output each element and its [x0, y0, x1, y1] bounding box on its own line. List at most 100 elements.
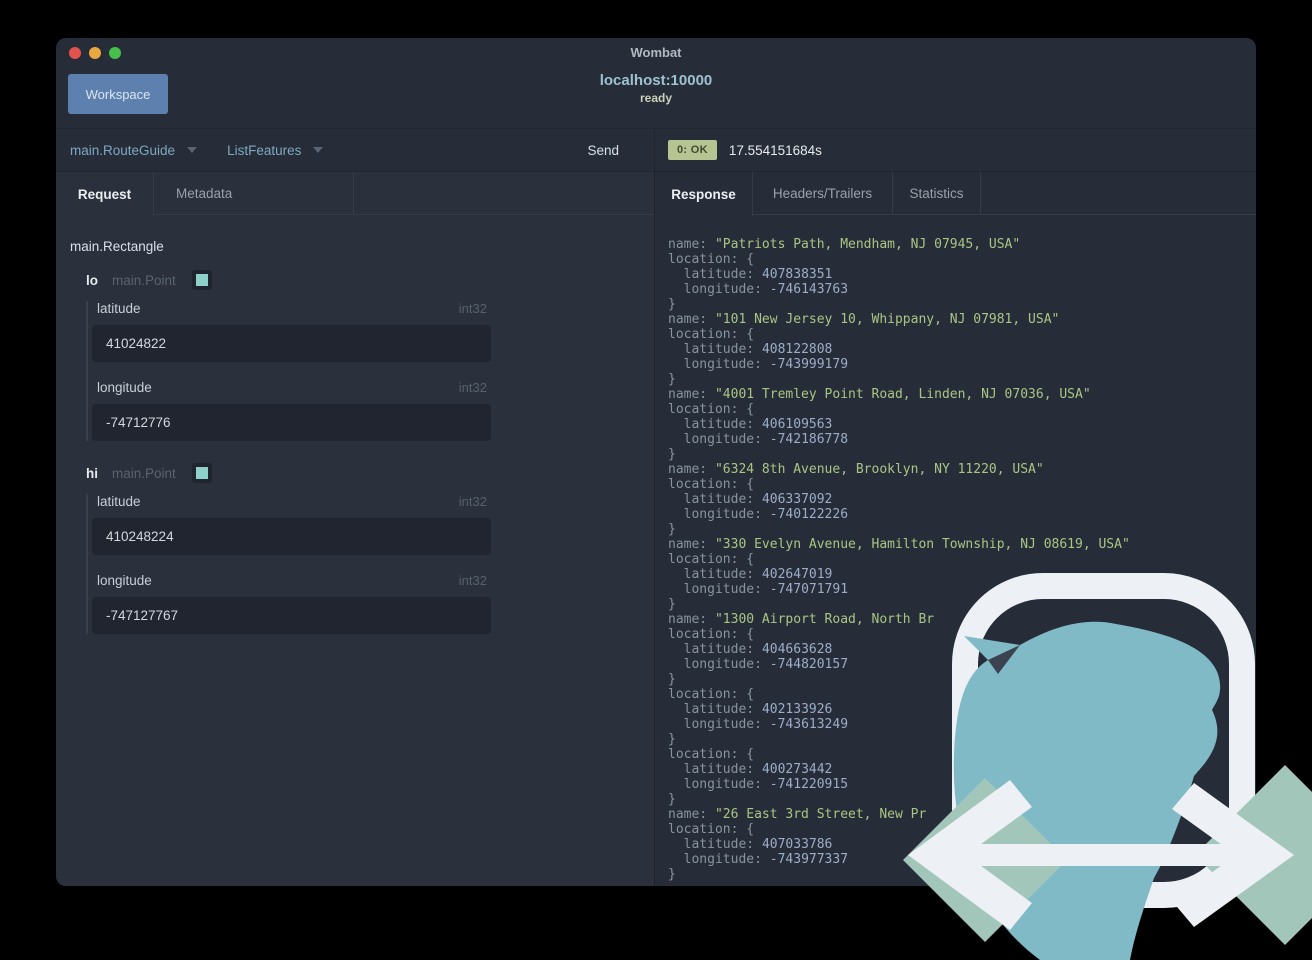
method-toolbar: main.RouteGuide ListFeatures Send 0: OK …: [56, 128, 1256, 172]
field-type: main.Point: [112, 272, 176, 288]
field-input[interactable]: -747127767: [92, 597, 491, 634]
json-key: name:: [668, 537, 708, 552]
field-enabled-checkbox[interactable]: [191, 270, 212, 290]
json-key: longitude:: [683, 717, 762, 732]
json-key: location:: [668, 552, 739, 567]
json-string: "330 Evelyn Avenue, Hamilton Township, N…: [714, 537, 1130, 552]
json-key: latitude:: [683, 492, 755, 507]
field-label: latitude: [97, 494, 141, 509]
json-number: -740122226: [769, 507, 849, 522]
json-number: -741220915: [769, 777, 849, 792]
json-key: location:: [668, 627, 739, 642]
json-key: longitude:: [683, 507, 762, 522]
field-group-header: lo main.Point: [70, 270, 640, 290]
field-type: main.Point: [112, 465, 176, 481]
tab-statistics[interactable]: Statistics: [893, 172, 981, 215]
field-input[interactable]: -74712776: [92, 404, 491, 441]
field-scalar-type: int32: [458, 301, 487, 316]
window-title: Wombat: [630, 45, 682, 60]
close-window-button[interactable]: [69, 47, 81, 59]
service-chevron-down-icon[interactable]: [187, 147, 198, 153]
json-brace: {: [746, 252, 755, 267]
json-key: latitude:: [683, 702, 755, 717]
minimize-window-button[interactable]: [89, 47, 101, 59]
json-brace: {: [746, 552, 755, 567]
app-header: Workspace localhost:10000 ready: [56, 66, 1256, 128]
field-input[interactable]: 41024822: [92, 325, 491, 362]
json-brace: }: [668, 867, 676, 882]
tab-request[interactable]: Request: [56, 172, 154, 216]
json-key: longitude:: [683, 852, 762, 867]
message-field-group: lo main.Point latitude int32 41024822 lo…: [70, 270, 640, 441]
field-scalar-type: int32: [458, 380, 487, 395]
connection-host: localhost:10000: [599, 72, 713, 89]
field-label-row: longitude int32: [97, 380, 487, 395]
message-field-groups: lo main.Point latitude int32 41024822 lo…: [70, 270, 640, 634]
json-number: 406109563: [761, 417, 833, 432]
json-brace: {: [746, 327, 755, 342]
json-key: location:: [668, 747, 739, 762]
json-number: -743977337: [769, 852, 849, 867]
json-number: -743999179: [769, 357, 849, 372]
tab-label: Statistics: [909, 186, 964, 201]
json-key: name:: [668, 387, 708, 402]
json-number: 407838351: [761, 267, 833, 282]
response-tabs: Response Headers/Trailers Statistics: [655, 172, 1256, 216]
json-key: longitude:: [683, 282, 762, 297]
service-select[interactable]: main.RouteGuide: [70, 143, 175, 158]
json-number: 408122808: [761, 342, 833, 357]
tab-response[interactable]: Response: [655, 172, 753, 216]
json-key: latitude:: [683, 642, 755, 657]
json-number: 402133926: [761, 702, 833, 717]
json-key: longitude:: [683, 777, 762, 792]
json-number: 404663628: [761, 642, 833, 657]
json-brace: }: [668, 597, 676, 612]
field-enabled-checkbox[interactable]: [191, 463, 212, 483]
json-number: 400273442: [761, 762, 833, 777]
json-string: "101 New Jersey 10, Whippany, NJ 07981, …: [714, 312, 1060, 327]
json-brace: {: [746, 747, 755, 762]
json-key: longitude:: [683, 432, 762, 447]
json-key: name:: [668, 612, 708, 627]
json-number: -747071791: [769, 582, 849, 597]
field-group-children: latitude int32 410248224 longitude int32…: [86, 494, 640, 634]
json-key: location:: [668, 687, 739, 702]
form-field: latitude int32 410248224: [92, 494, 640, 555]
wombat-logo: [903, 573, 1312, 960]
json-number: -746143763: [769, 282, 849, 297]
json-key: name:: [668, 462, 708, 477]
checkbox-check: [195, 274, 208, 286]
desktop-background: Wombat Workspace localhost:10000 ready m…: [0, 0, 1312, 960]
field-scalar-type: int32: [458, 573, 487, 588]
json-string: "4001 Tremley Point Road, Linden, NJ 070…: [714, 387, 1091, 402]
workspace-button[interactable]: Workspace: [68, 74, 168, 114]
json-number: -743613249: [769, 717, 849, 732]
field-label: longitude: [97, 573, 152, 588]
json-string: "6324 8th Avenue, Brooklyn, NY 11220, US…: [714, 462, 1044, 477]
tab-headers-trailers[interactable]: Headers/Trailers: [753, 172, 893, 215]
request-tabs: Request Metadata: [56, 172, 654, 216]
traffic-lights: [69, 47, 121, 59]
field-name: lo: [86, 272, 98, 288]
field-name: hi: [86, 465, 98, 481]
arrow-shaft: [954, 844, 1250, 866]
field-label-row: latitude int32: [97, 494, 487, 509]
json-brace: {: [746, 627, 755, 642]
tab-label: Response: [671, 186, 736, 202]
send-button[interactable]: Send: [587, 143, 619, 158]
message-type-label: main.Rectangle: [70, 239, 164, 254]
zoom-window-button[interactable]: [109, 47, 121, 59]
json-key: name:: [668, 807, 708, 822]
field-input[interactable]: 410248224: [92, 518, 491, 555]
json-brace: {: [746, 477, 755, 492]
tab-metadata[interactable]: Metadata: [154, 172, 354, 215]
json-key: longitude:: [683, 582, 762, 597]
message-field-group: hi main.Point latitude int32 410248224 l…: [70, 463, 640, 634]
method-toolbar-left: main.RouteGuide ListFeatures Send: [56, 129, 655, 171]
method-chevron-down-icon[interactable]: [313, 147, 324, 153]
call-duration: 17.554151684s: [728, 142, 822, 158]
request-form: main.Rectangle lo main.Point latitude in…: [56, 215, 654, 886]
json-key: latitude:: [683, 567, 755, 582]
json-string: "Patriots Path, Mendham, NJ 07945, USA": [714, 237, 1021, 252]
method-select[interactable]: ListFeatures: [227, 143, 301, 158]
